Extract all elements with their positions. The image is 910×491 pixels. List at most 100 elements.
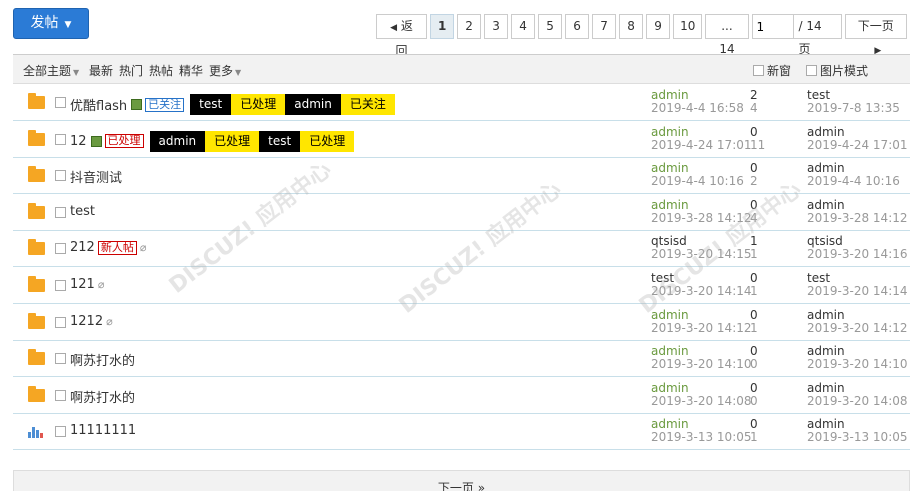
last-post-user[interactable]: admin — [807, 308, 908, 322]
last-post-date[interactable]: 2019-3-28 14:12 — [807, 211, 908, 225]
last-post-date[interactable]: 2019-3-20 14:12 — [807, 321, 908, 335]
author-name[interactable]: admin — [651, 308, 752, 322]
folder-icon — [28, 349, 45, 366]
thread-row[interactable]: 11111111 admin 2019-3-13 10:05 0 1 admin 2019-… — [13, 413, 910, 451]
thread-title[interactable]: 啊苏打水的 — [70, 350, 135, 369]
select-checkbox[interactable] — [55, 170, 66, 182]
thread-status-badge: 新人帖 — [97, 240, 137, 255]
select-checkbox[interactable] — [55, 316, 66, 328]
load-next-label: 下一页 » — [437, 481, 486, 491]
thread-row[interactable]: 121 ⌀ test 2019-3-20 14:14 0 1 test 2019-3-20 1… — [13, 267, 910, 304]
view-count: 1 — [750, 284, 758, 298]
select-checkbox[interactable] — [55, 133, 66, 145]
page-link-6[interactable]: 6 — [565, 14, 590, 39]
thread-title[interactable]: 1212 — [70, 314, 103, 329]
last-post-date[interactable]: 2019-3-13 10:05 — [807, 431, 908, 444]
page-link-7[interactable]: 7 — [592, 14, 617, 39]
author-cell: test 2019-3-20 14:14 — [651, 272, 752, 298]
page-link-9[interactable]: 9 — [646, 14, 671, 39]
thread-title-wrap: 11111111 — [70, 423, 136, 438]
last-post-date[interactable]: 2019-3-20 14:08 — [807, 394, 908, 408]
post-date: 2019-3-20 14:08 — [651, 393, 752, 408]
pagination: ◀ 返回 12345678910 ... 14 / 14 页 下一页 ▶ — [376, 14, 910, 58]
folder-icon — [28, 129, 45, 146]
last-post-date[interactable]: 2019-3-20 14:16 — [807, 248, 908, 261]
thread-title[interactable]: 212 — [70, 240, 95, 255]
new-post-button[interactable]: 发帖 ▼ — [13, 8, 89, 39]
thread-row[interactable]: 优酷flash 已关注 test 已处理 admin 已关注 admin 2019-4-4 1… — [13, 84, 910, 121]
author-cell: admin 2019-3-28 14:12 — [651, 198, 752, 225]
filter-all[interactable]: 全部主题 ▼ — [23, 62, 79, 79]
folder-icon — [28, 239, 45, 256]
last-post-date[interactable]: 2019-3-20 14:10 — [807, 358, 908, 371]
back-button[interactable]: ◀ 返回 — [376, 14, 428, 58]
author-name[interactable]: admin — [651, 198, 752, 212]
back-label: 返回 — [395, 19, 413, 58]
filter-hot[interactable]: 热门 — [119, 62, 143, 79]
select-checkbox[interactable] — [55, 243, 66, 255]
new-window-toggle[interactable]: 新窗 — [753, 62, 791, 79]
select-checkbox[interactable] — [55, 389, 66, 401]
thread-status-badge: 已关注 — [145, 97, 185, 112]
thread-title[interactable]: 12 — [70, 134, 87, 149]
folder-icon — [28, 276, 45, 292]
thread-row[interactable]: test admin 2019-3-28 14:12 0 4 admin 2019-3-28… — [13, 194, 910, 231]
select-checkbox[interactable] — [55, 280, 66, 291]
poll-icon — [28, 425, 45, 439]
page-link-4[interactable]: 4 — [511, 14, 536, 39]
thread-title[interactable]: 11111111 — [70, 423, 136, 438]
filter-more[interactable]: 更多 ▼ — [209, 62, 241, 79]
select-checkbox[interactable] — [55, 97, 66, 108]
last-post-user[interactable]: admin — [807, 125, 908, 139]
image-attachment-icon — [90, 135, 102, 147]
thread-row[interactable]: 啊苏打水的 admin 2019-3-20 14:08 0 0 admin 2019-3-2… — [13, 377, 910, 414]
page-link-5[interactable]: 5 — [538, 14, 563, 39]
author-name[interactable]: admin — [651, 381, 752, 395]
attachment-clip-icon: ⌀ — [139, 241, 147, 255]
page-link-2[interactable]: 2 — [457, 14, 482, 39]
thread-title[interactable]: 121 — [70, 277, 95, 292]
thread-title[interactable]: test — [70, 204, 95, 219]
last-post-user[interactable]: admin — [807, 381, 908, 395]
attachment-clip-icon: ⌀ — [97, 278, 105, 291]
thread-title[interactable]: 啊苏打水的 — [70, 387, 135, 406]
new-window-label: 新窗 — [767, 64, 792, 78]
left-arrow-icon: ◀ — [390, 23, 398, 33]
page-link-3[interactable]: 3 — [484, 14, 509, 39]
thread-row[interactable]: 1212 ⌀ admin 2019-3-20 14:12 0 1 admin 2019-3-2… — [13, 304, 910, 341]
page-link-1[interactable]: 1 — [430, 14, 455, 39]
thread-row[interactable]: 212 新人帖 ⌀ qtsisd 2019-3-20 14:15 1 1 qtsisd 2019… — [13, 230, 910, 268]
page-link-8[interactable]: 8 — [619, 14, 644, 39]
next-page-button[interactable]: 下一页 ▶ — [844, 14, 907, 56]
post-date: 2019-3-20 14:10 — [651, 357, 752, 372]
filter-more-label: 更多 — [209, 64, 234, 78]
last-post-user[interactable]: admin — [807, 198, 908, 212]
folder-icon — [28, 202, 45, 219]
page-link-10[interactable]: 10 — [673, 14, 703, 39]
select-checkbox[interactable] — [55, 353, 66, 365]
last-post-date[interactable]: 2019-7-8 13:35 — [807, 102, 900, 115]
select-checkbox[interactable] — [55, 426, 66, 438]
thread-title[interactable]: 抖音测试 — [70, 167, 122, 186]
load-next-page-bar[interactable]: 下一页 » — [13, 470, 910, 491]
page-jump-input[interactable] — [751, 14, 794, 39]
thread-title[interactable]: 优酷flash — [70, 95, 127, 114]
last-post-date[interactable]: 2019-3-20 14:14 — [807, 285, 908, 298]
last-post-date[interactable]: 2019-4-24 17:01 — [807, 138, 908, 152]
stats-cell: 02 — [750, 162, 758, 188]
thread-row[interactable]: 12 已处理 admin 已处理 test 已处理 admin 2019-4-24 17:01… — [13, 121, 910, 158]
page-link-last[interactable]: ... 14 — [705, 14, 749, 56]
filter-hotpost[interactable]: 热帖 — [149, 62, 173, 79]
next-page-label: 下一页 — [857, 19, 894, 33]
thread-row[interactable]: 啊苏打水的 admin 2019-3-20 14:10 0 0 admin 2019-3-2… — [13, 340, 910, 378]
filter-digest[interactable]: 精华 — [179, 62, 203, 79]
last-post-date[interactable]: 2019-4-4 10:16 — [807, 175, 900, 188]
select-checkbox[interactable] — [55, 206, 66, 218]
filter-latest[interactable]: 最新 — [89, 62, 113, 79]
folder-icon — [28, 166, 45, 183]
image-mode-toggle[interactable]: 图片模式 — [806, 62, 868, 79]
thread-title-wrap: 啊苏打水的 — [70, 350, 135, 369]
thread-row[interactable]: 抖音测试 admin 2019-4-4 10:16 0 2 admin 2019-4-4 1… — [13, 157, 910, 195]
filter-all-label: 全部主题 — [23, 64, 72, 78]
author-name[interactable]: admin — [651, 125, 752, 139]
